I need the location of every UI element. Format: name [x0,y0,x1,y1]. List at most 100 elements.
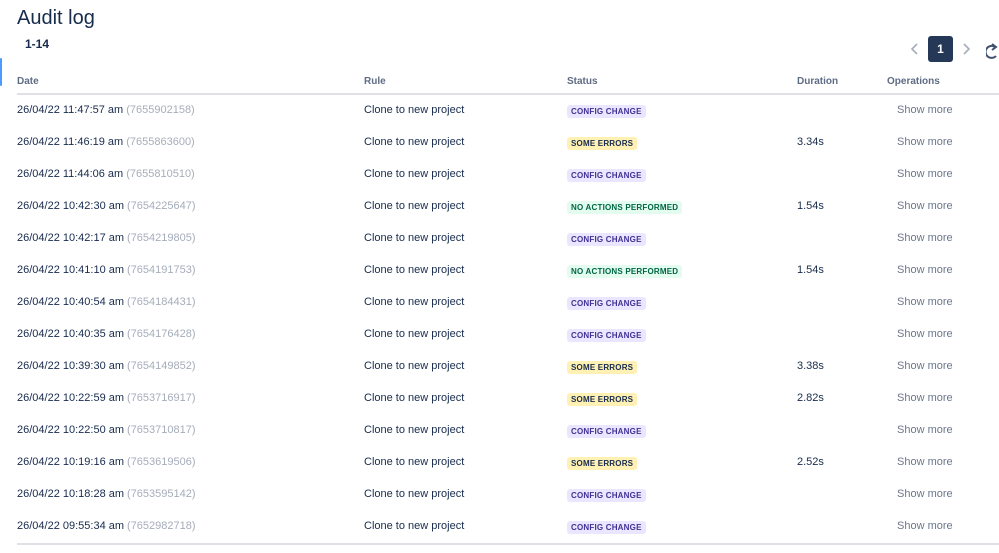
cell-rule: Clone to new project [364,264,465,276]
cell-date: 26/04/22 11:44:06 am (7655810510) [17,168,195,180]
show-more-link[interactable]: Show more [897,424,953,436]
status-badge: SOME ERRORS [567,457,638,470]
column-header-status[interactable]: Status [567,76,598,87]
cell-date: 26/04/22 09:55:34 am (7652982718) [17,520,196,532]
date-text: 26/04/22 10:22:59 am [17,392,125,404]
page-title: Audit log [17,7,95,29]
status-badge: CONFIG CHANGE [567,425,646,438]
show-more-link[interactable]: Show more [897,296,953,308]
cell-status: NO ACTIONS PERFORMED [567,201,683,214]
results-range: 1-14 [25,37,50,51]
date-text: 26/04/22 10:42:30 am [17,200,125,212]
cell-rule: Clone to new project [364,424,465,436]
column-header-operations: Operations [887,76,940,87]
show-more-link[interactable]: Show more [897,136,953,148]
status-badge: CONFIG CHANGE [567,489,646,502]
table-row: 26/04/22 11:46:19 am (7655863600) Clone to… [17,127,999,159]
chevron-left-icon[interactable] [902,36,928,62]
execution-id: (7652982718) [127,520,196,532]
column-header-rule[interactable]: Rule [364,76,386,87]
cell-date: 26/04/22 10:40:35 am (7654176428) [17,328,196,340]
execution-id: (7655863600) [126,136,195,148]
cell-duration: 1.54s [797,200,824,212]
cell-status: SOME ERRORS [567,137,638,150]
table-row: 26/04/22 10:42:30 am (7654225647) Clone to… [17,191,999,223]
cell-rule: Clone to new project [364,328,465,340]
cell-date: 26/04/22 10:42:30 am (7654225647) [17,200,196,212]
focus-indicator [0,58,2,86]
show-more-link[interactable]: Show more [897,456,953,468]
cell-duration: 1.54s [797,264,824,276]
cell-status: SOME ERRORS [567,361,638,374]
show-more-link[interactable]: Show more [897,488,953,500]
table-row: 26/04/22 10:18:28 am (7653595142) Clone to… [17,479,999,511]
cell-date: 26/04/22 10:19:16 am (7653619506) [17,456,196,468]
cell-date: 26/04/22 10:42:17 am (7654219805) [17,232,196,244]
chevron-right-icon[interactable] [953,36,979,62]
table-row: 26/04/22 10:41:10 am (7654191753) Clone to… [17,255,999,287]
cell-status: SOME ERRORS [567,393,638,406]
date-text: 26/04/22 10:40:35 am [17,328,125,340]
cell-date: 26/04/22 11:46:19 am (7655863600) [17,136,195,148]
refresh-icon[interactable] [984,43,998,61]
cell-date: 26/04/22 10:39:30 am (7654149852) [17,360,196,372]
table-row: 26/04/22 10:42:17 am (7654219805) Clone to… [17,223,999,255]
execution-id: (7653595142) [127,488,196,500]
date-text: 26/04/22 11:46:19 am [17,136,124,148]
show-more-link[interactable]: Show more [897,200,953,212]
table-body: 26/04/22 11:47:57 am (7655902158) Clone to… [17,95,999,543]
show-more-link[interactable]: Show more [897,392,953,404]
cell-rule: Clone to new project [364,488,465,500]
status-badge: CONFIG CHANGE [567,105,646,118]
execution-id: (7653716917) [127,392,196,404]
table-header: Date Rule Status Duration Operations [17,70,999,95]
cell-rule: Clone to new project [364,456,465,468]
cell-rule: Clone to new project [364,168,465,180]
cell-status: CONFIG CHANGE [567,169,646,182]
cell-status: CONFIG CHANGE [567,297,646,310]
table-row: 26/04/22 10:22:50 am (7653710817) Clone to… [17,415,999,447]
execution-id: (7655810510) [126,168,195,180]
execution-id: (7653619506) [127,456,196,468]
show-more-link[interactable]: Show more [897,168,953,180]
cell-status: NO ACTIONS PERFORMED [567,265,683,278]
status-badge: SOME ERRORS [567,137,638,150]
date-text: 26/04/22 10:39:30 am [17,360,125,372]
cell-rule: Clone to new project [364,232,465,244]
cell-rule: Clone to new project [364,360,465,372]
column-header-duration[interactable]: Duration [797,76,838,87]
cell-status: SOME ERRORS [567,457,638,470]
cell-status: CONFIG CHANGE [567,521,646,534]
table-row: 26/04/22 11:47:57 am (7655902158) Clone to… [17,95,999,127]
cell-rule: Clone to new project [364,200,465,212]
cell-date: 26/04/22 10:18:28 am (7653595142) [17,488,196,500]
date-text: 26/04/22 10:41:10 am [17,264,125,276]
execution-id: (7654149852) [127,360,196,372]
show-more-link[interactable]: Show more [897,328,953,340]
show-more-link[interactable]: Show more [897,104,953,116]
page-button-1[interactable]: 1 [928,36,953,62]
status-badge: CONFIG CHANGE [567,233,646,246]
show-more-link[interactable]: Show more [897,232,953,244]
table-row: 26/04/22 10:40:35 am (7654176428) Clone to… [17,319,999,351]
status-badge: CONFIG CHANGE [567,169,646,182]
show-more-link[interactable]: Show more [897,264,953,276]
date-text: 26/04/22 11:47:57 am [17,104,124,116]
cell-date: 26/04/22 11:47:57 am (7655902158) [17,104,195,116]
table-row: 26/04/22 11:44:06 am (7655810510) Clone to… [17,159,999,191]
execution-id: (7655902158) [126,104,195,116]
show-more-link[interactable]: Show more [897,360,953,372]
cell-status: CONFIG CHANGE [567,425,646,438]
cell-status: CONFIG CHANGE [567,489,646,502]
status-badge: CONFIG CHANGE [567,521,646,534]
column-header-date[interactable]: Date [17,76,39,87]
cell-status: CONFIG CHANGE [567,105,646,118]
cell-date: 26/04/22 10:40:54 am (7654184431) [17,296,196,308]
show-more-link[interactable]: Show more [897,520,953,532]
cell-status: CONFIG CHANGE [567,233,646,246]
date-text: 26/04/22 10:22:50 am [17,424,125,436]
date-text: 26/04/22 11:44:06 am [17,168,124,180]
execution-id: (7654225647) [127,200,196,212]
cell-duration: 3.38s [797,360,824,372]
cell-rule: Clone to new project [364,296,465,308]
